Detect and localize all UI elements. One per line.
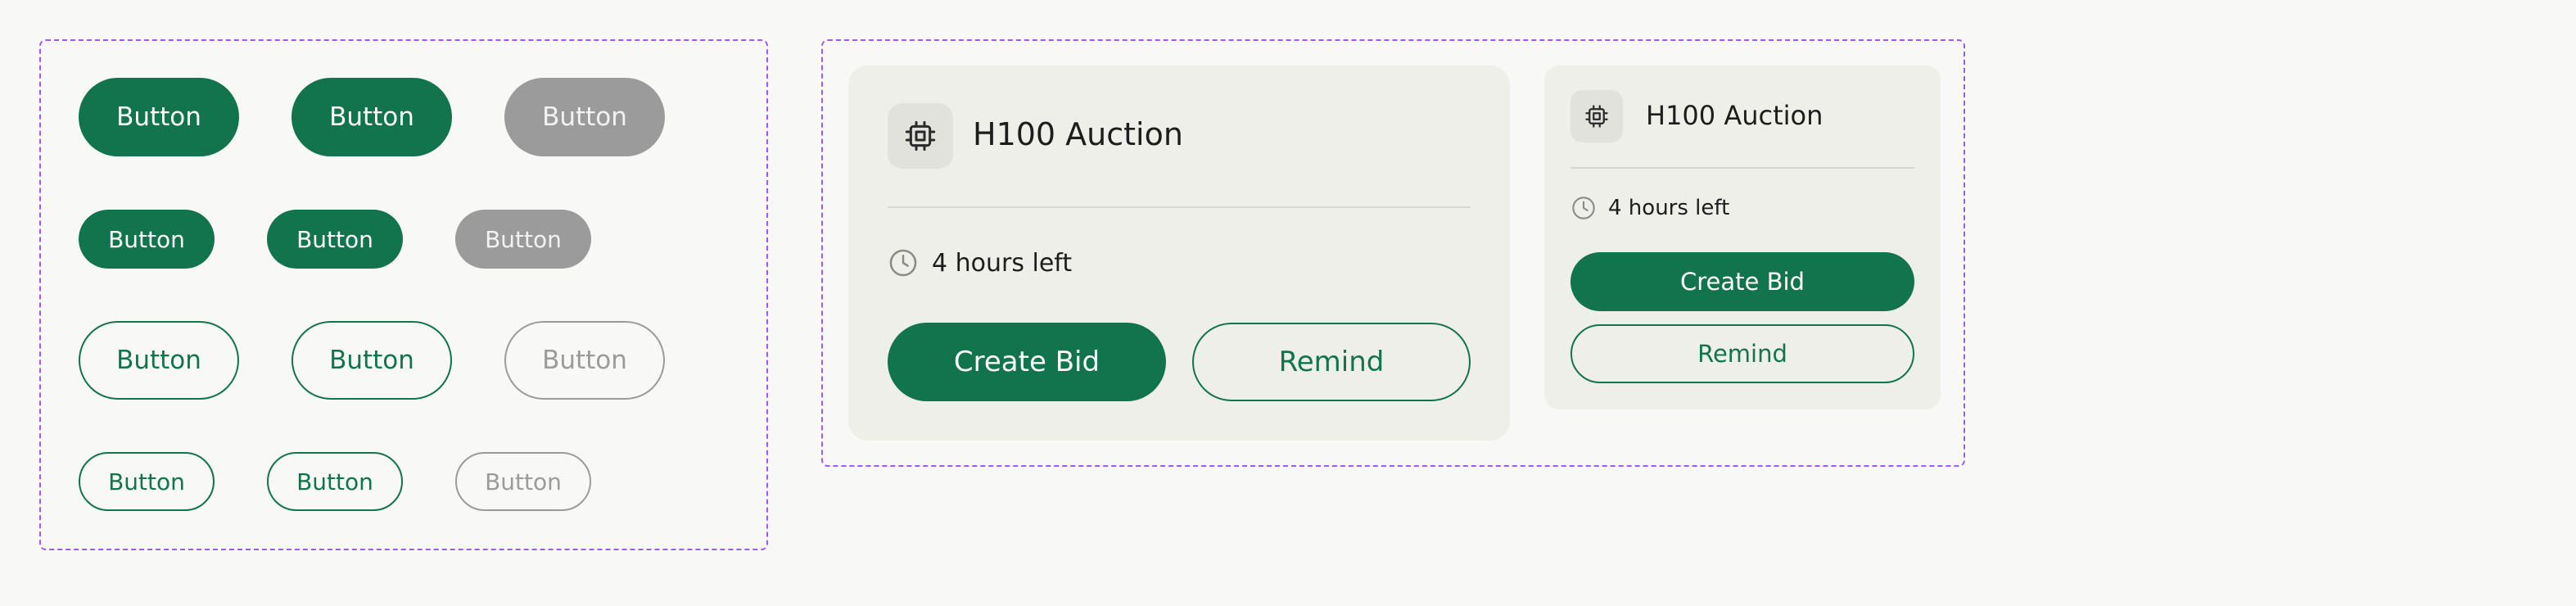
button-small-outline[interactable]: Button bbox=[79, 452, 215, 511]
button-small-filled-hover[interactable]: Button bbox=[267, 210, 403, 269]
auction-title: H100 Auction bbox=[1646, 100, 1824, 131]
button-large-filled[interactable]: Button bbox=[79, 78, 239, 156]
create-bid-button[interactable]: Create Bid bbox=[1570, 252, 1914, 311]
auction-title: H100 Auction bbox=[973, 116, 1183, 152]
time-left-row: 4 hours left bbox=[888, 247, 1072, 278]
card-divider bbox=[1570, 167, 1914, 169]
remind-button[interactable]: Remind bbox=[1570, 324, 1914, 383]
clock-icon bbox=[1570, 195, 1597, 221]
auction-card-large: H100 Auction 4 hours left Create Bid Rem… bbox=[848, 66, 1510, 441]
button-small-outline-disabled[interactable]: Button bbox=[455, 452, 591, 511]
time-left-text: 4 hours left bbox=[932, 248, 1073, 278]
button-large-outline[interactable]: Button bbox=[79, 321, 239, 400]
remind-button[interactable]: Remind bbox=[1192, 323, 1471, 401]
cpu-chip-icon bbox=[1570, 90, 1623, 142]
auction-card-small: H100 Auction 4 hours left Create Bid Rem… bbox=[1544, 66, 1941, 409]
time-left-row: 4 hours left bbox=[1570, 195, 1729, 221]
button-large-filled-disabled[interactable]: Button bbox=[504, 78, 665, 156]
clock-icon bbox=[888, 247, 919, 278]
time-left-text: 4 hours left bbox=[1608, 196, 1730, 220]
button-small-outline-hover[interactable]: Button bbox=[267, 452, 403, 511]
cpu-chip-icon bbox=[888, 103, 953, 169]
button-small-filled[interactable]: Button bbox=[79, 210, 215, 269]
button-small-filled-disabled[interactable]: Button bbox=[455, 210, 591, 269]
button-large-filled-hover[interactable]: Button bbox=[291, 78, 452, 156]
button-large-outline-hover[interactable]: Button bbox=[291, 321, 452, 400]
create-bid-button[interactable]: Create Bid bbox=[888, 323, 1166, 401]
card-divider bbox=[888, 206, 1471, 208]
button-large-outline-disabled[interactable]: Button bbox=[504, 321, 665, 400]
